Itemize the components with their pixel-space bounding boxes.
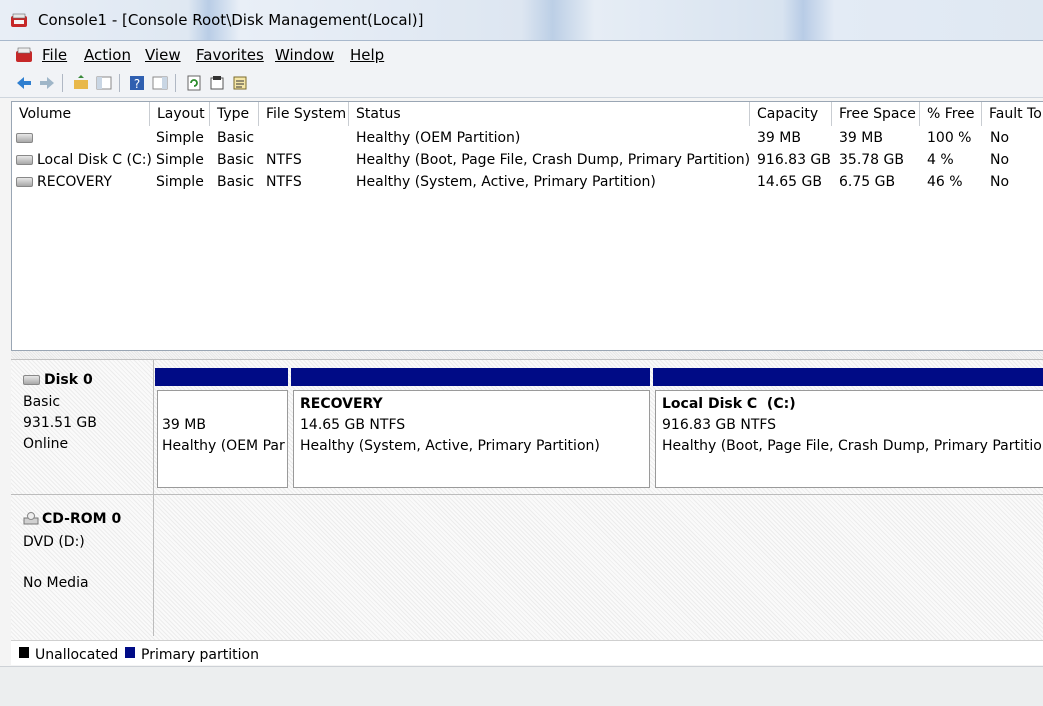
cell-type: Basic (217, 152, 255, 168)
cell-status: Healthy (System, Active, Primary Partiti… (356, 174, 656, 190)
legend-primary-swatch (125, 647, 135, 658)
partition-bar-oem (155, 368, 288, 386)
partition-size: 14.65 GB NTFS (300, 417, 406, 433)
column-header-capacity[interactable]: Capacity (750, 102, 832, 126)
column-header-volume[interactable]: Volume (12, 102, 150, 126)
column-header-type[interactable]: Type (210, 102, 259, 126)
menu-favorites[interactable]: Favorites (196, 46, 264, 64)
column-header-file-system[interactable]: File System (259, 102, 349, 126)
disk0-title: Disk 0 (23, 372, 93, 388)
volume-drive-icon (16, 177, 33, 187)
cell-free-space: 39 MB (839, 130, 883, 146)
cell-type: Basic (217, 174, 255, 190)
cell-capacity: 39 MB (757, 130, 801, 146)
show-action-pane-icon[interactable] (151, 74, 169, 92)
pane-splitter[interactable] (11, 351, 1043, 359)
cell-status: Healthy (OEM Partition) (356, 130, 521, 146)
up-folder-icon[interactable] (72, 74, 90, 92)
menu-action[interactable]: Action (84, 46, 131, 64)
column-header-fault-tolerance[interactable]: Fault To (982, 102, 1043, 126)
partition-size: 916.83 GB NTFS (662, 417, 777, 433)
toolbar-separator (62, 74, 63, 92)
cell-free-space: 35.78 GB (839, 152, 904, 168)
toolbar-separator (175, 74, 176, 92)
partition-title: RECOVERY (300, 396, 383, 412)
legend-unallocated-swatch (19, 647, 29, 658)
cell-capacity: 916.83 GB (757, 152, 831, 168)
volume-name: RECOVERY (16, 174, 112, 190)
menu-window[interactable]: Window (275, 46, 334, 64)
cell-file-system: NTFS (266, 174, 302, 190)
cell-fault-tolerance: No (990, 174, 1010, 190)
cell-status: Healthy (Boot, Page File, Crash Dump, Pr… (356, 152, 751, 168)
cdrom-drive-icon (23, 512, 39, 525)
disk0-size: 931.51 GB (23, 415, 97, 431)
volume-drive-icon (16, 155, 33, 165)
export-list-icon[interactable] (231, 74, 249, 92)
disk0-type: Basic (23, 394, 61, 410)
disk-drive-icon (23, 375, 40, 385)
cell-file-system: NTFS (266, 152, 302, 168)
cell-layout: Simple (156, 174, 204, 190)
menu-help[interactable]: Help (350, 46, 384, 64)
back-arrow-icon[interactable] (15, 74, 33, 92)
window-title: Console1 - [Console Root\Disk Management… (38, 11, 424, 29)
partition-status: Healthy (System, Active, Primary Partiti… (300, 438, 600, 454)
legend-unallocated-label: Unallocated (35, 647, 119, 663)
column-header-free-space[interactable]: Free Space (832, 102, 920, 126)
cell-percent-free: 4 % (927, 152, 954, 168)
column-header-percent-free[interactable]: % Free (920, 102, 982, 126)
status-bar (0, 666, 1043, 706)
column-header-layout[interactable]: Layout (150, 102, 210, 126)
cell-fault-tolerance: No (990, 130, 1010, 146)
partition-title: Local Disk C (C:) (662, 396, 796, 412)
cell-free-space: 6.75 GB (839, 174, 896, 190)
mmc-system-menu-icon[interactable] (15, 47, 35, 64)
console-app-icon[interactable] (10, 13, 30, 29)
menu-file[interactable]: File (42, 46, 67, 64)
divider (11, 494, 1043, 495)
cell-fault-tolerance: No (990, 152, 1010, 168)
menu-view[interactable]: View (145, 46, 181, 64)
legend-primary-label: Primary partition (141, 647, 259, 663)
disk0-state: Online (23, 436, 69, 452)
cell-capacity: 14.65 GB (757, 174, 822, 190)
column-header-status[interactable]: Status (349, 102, 750, 126)
title-bar: Console1 - [Console Root\Disk Management… (0, 0, 1043, 41)
partition-status: Healthy (Boot, Page File, Crash Dump, Pr… (662, 438, 1043, 454)
svg-text:?: ? (134, 77, 140, 91)
volume-name: Local Disk C (C:) (16, 152, 152, 168)
cell-percent-free: 46 % (927, 174, 963, 190)
cdrom0-title: CD-ROM 0 (23, 511, 121, 527)
show-hide-tree-icon[interactable] (95, 74, 113, 92)
properties-icon[interactable] (208, 74, 226, 92)
cell-layout: Simple (156, 152, 204, 168)
volume-drive-icon (16, 130, 37, 146)
partition-bar-recovery (291, 368, 650, 386)
cdrom0-media: No Media (23, 575, 89, 591)
toolbar-separator (119, 74, 120, 92)
partition-size: 39 MB (162, 417, 206, 433)
cell-percent-free: 100 % (927, 130, 972, 146)
divider (153, 360, 154, 636)
partition-bar-c (653, 368, 1043, 386)
refresh-icon[interactable] (185, 74, 203, 92)
cell-layout: Simple (156, 130, 204, 146)
cell-type: Basic (217, 130, 255, 146)
partition-status: Healthy (OEM Par (162, 438, 285, 454)
forward-arrow-icon[interactable] (38, 74, 56, 92)
help-icon[interactable]: ? (128, 74, 146, 92)
cdrom0-drive: DVD (D:) (23, 534, 85, 550)
